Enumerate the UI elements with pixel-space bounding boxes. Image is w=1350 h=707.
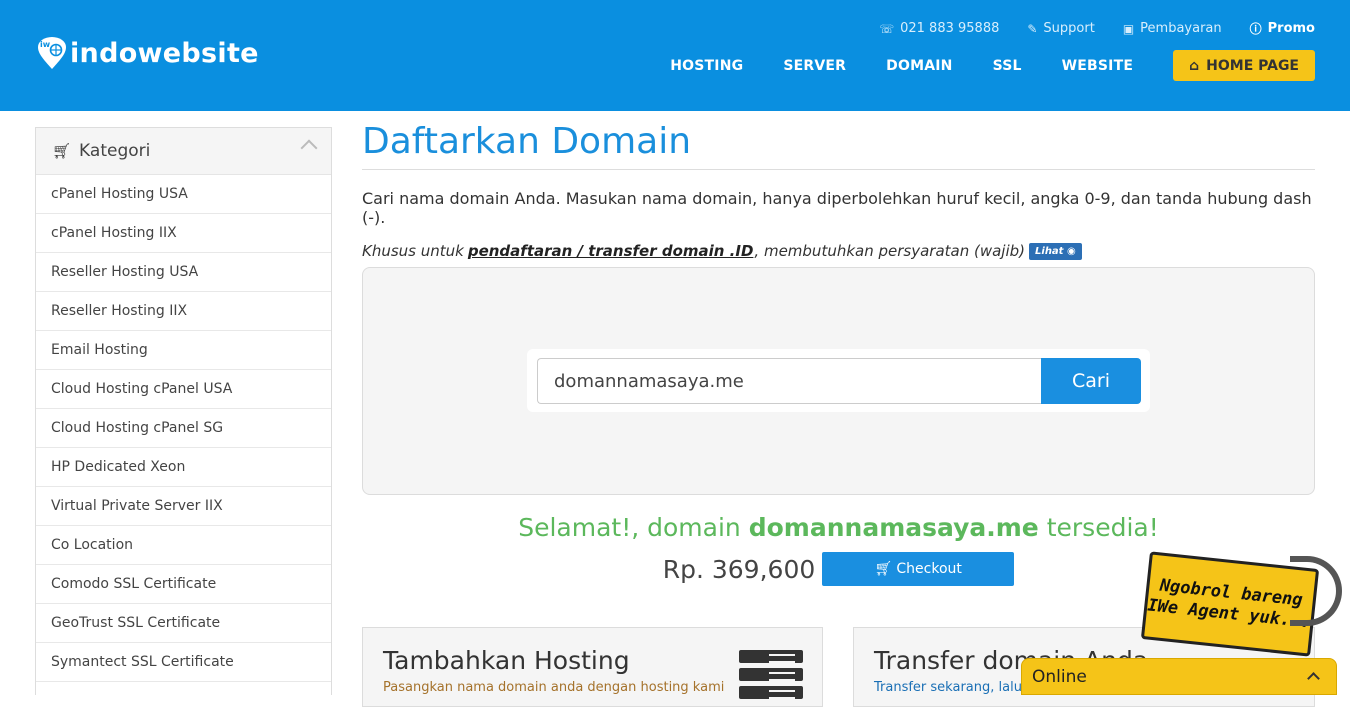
live-chat-bar[interactable]: Online bbox=[1021, 658, 1337, 695]
phone-number: 021 883 95888 bbox=[900, 21, 1000, 36]
instructions-text: Cari nama domain Anda. Masukan nama doma… bbox=[362, 189, 1312, 227]
sidebar-item[interactable]: GeoTrust SSL Certificate bbox=[36, 604, 331, 643]
sidebar-item[interactable]: Virtual Private Server IIX bbox=[36, 487, 331, 526]
nav-ssl[interactable]: SSL bbox=[993, 58, 1022, 74]
chevron-up-icon[interactable] bbox=[1307, 672, 1320, 685]
lihat-label: Lihat bbox=[1035, 245, 1064, 257]
page-title: Daftarkan Domain bbox=[362, 118, 1315, 170]
result-suffix: tersedia! bbox=[1046, 513, 1159, 542]
promo-label: Promo bbox=[1267, 21, 1315, 36]
category-sidebar: 🛒︎ Kategori cPanel Hosting USA cPanel Ho… bbox=[35, 127, 332, 695]
note-suffix: , membutuhkan persyaratan (wajib) bbox=[754, 242, 1026, 260]
main-nav: HOSTING SERVER DOMAIN SSL WEBSITE ⌂ HOME… bbox=[630, 50, 1315, 81]
add-hosting-card[interactable]: Tambahkan Hosting Pasangkan nama domain … bbox=[362, 627, 823, 707]
checkout-label: Checkout bbox=[896, 561, 962, 577]
sidebar-item[interactable]: Cloud Hosting cPanel USA bbox=[36, 370, 331, 409]
card-subtitle: Transfer sekarang, lalu bbox=[874, 680, 1022, 695]
info-icon: ⓘ bbox=[1249, 22, 1262, 36]
phone-icon: ☏ bbox=[879, 21, 895, 36]
card-subtitle: Pasangkan nama domain anda dengan hostin… bbox=[383, 680, 725, 695]
sidebar-item[interactable]: Reseller Hosting IIX bbox=[36, 292, 331, 331]
main-content: Daftarkan Domain Cari nama domain Anda. … bbox=[362, 118, 1315, 707]
domain-search-panel: Cari bbox=[362, 267, 1315, 495]
headset-icon bbox=[1290, 556, 1342, 626]
nav-hosting[interactable]: HOSTING bbox=[670, 58, 743, 74]
search-button[interactable]: Cari bbox=[1041, 358, 1141, 404]
nav-server[interactable]: SERVER bbox=[783, 58, 846, 74]
ticket-icon: ✎ bbox=[1027, 21, 1038, 36]
sidebar-title: Kategori bbox=[79, 141, 151, 161]
eye-icon: ◉ bbox=[1066, 245, 1076, 257]
id-domain-link[interactable]: pendaftaran / transfer domain .ID bbox=[468, 242, 754, 260]
server-icon bbox=[739, 650, 803, 704]
nav-website[interactable]: WEBSITE bbox=[1062, 58, 1133, 74]
sidebar-item[interactable]: HP Dedicated Xeon bbox=[36, 448, 331, 487]
domain-search-input[interactable] bbox=[537, 358, 1042, 404]
home-page-label: HOME PAGE bbox=[1206, 57, 1299, 74]
phone-link[interactable]: ☏ 021 883 95888 bbox=[879, 20, 999, 37]
result-prefix: Selamat!, domain bbox=[518, 513, 741, 542]
id-domain-note: Khusus untuk pendaftaran / transfer doma… bbox=[362, 242, 1315, 260]
svg-text:iw: iw bbox=[40, 40, 51, 49]
domain-price: Rp. 369,600 bbox=[662, 554, 816, 584]
payment-link[interactable]: ▣ Pembayaran bbox=[1123, 20, 1222, 37]
cart-icon: 🛒︎ bbox=[874, 561, 893, 577]
lihat-button[interactable]: Lihat ◉ bbox=[1029, 242, 1082, 260]
money-icon: ▣ bbox=[1122, 21, 1135, 36]
brand-name: indowebsite bbox=[70, 37, 259, 69]
logo-mark-icon: iw bbox=[36, 36, 68, 70]
note-prefix: Khusus untuk bbox=[362, 242, 464, 260]
sidebar-header[interactable]: 🛒︎ Kategori bbox=[36, 128, 331, 175]
chat-status: Online bbox=[1032, 666, 1087, 687]
chevron-up-icon[interactable] bbox=[300, 139, 318, 157]
card-title: Tambahkan Hosting bbox=[383, 646, 630, 675]
top-utility-bar: ☏ 021 883 95888 ✎ Support ▣ Pembayaran ⓘ… bbox=[879, 20, 1315, 37]
promo-link[interactable]: ⓘ Promo bbox=[1250, 20, 1315, 37]
checkout-button[interactable]: 🛒︎ Checkout bbox=[822, 552, 1015, 586]
site-header: iw indowebsite ☏ 021 883 95888 ✎ Support… bbox=[0, 0, 1350, 111]
search-box: Cari bbox=[527, 349, 1150, 412]
home-icon: ⌂ bbox=[1189, 57, 1200, 74]
result-domain: domannamasaya.me bbox=[748, 513, 1039, 542]
brand-logo[interactable]: iw indowebsite bbox=[36, 36, 259, 70]
home-page-button[interactable]: ⌂ HOME PAGE bbox=[1173, 50, 1315, 81]
sidebar-item[interactable]: Email Hosting bbox=[36, 331, 331, 370]
availability-message: Selamat!, domain domannamasaya.me tersed… bbox=[362, 513, 1315, 542]
payment-label: Pembayaran bbox=[1140, 21, 1222, 36]
sidebar-item[interactable]: Symantect SSL Certificate bbox=[36, 643, 331, 682]
nav-domain[interactable]: DOMAIN bbox=[886, 58, 952, 74]
sidebar-item[interactable]: Reseller Hosting USA bbox=[36, 253, 331, 292]
sidebar-item[interactable]: cPanel Hosting USA bbox=[36, 175, 331, 214]
cart-icon: 🛒︎ bbox=[52, 142, 72, 160]
sidebar-item[interactable]: Co Location bbox=[36, 526, 331, 565]
sidebar-item[interactable]: Comodo SSL Certificate bbox=[36, 565, 331, 604]
sidebar-item[interactable]: Cloud Hosting cPanel SG bbox=[36, 409, 331, 448]
support-link[interactable]: ✎ Support bbox=[1027, 20, 1094, 37]
sidebar-item[interactable]: cPanel Hosting IIX bbox=[36, 214, 331, 253]
support-label: Support bbox=[1043, 21, 1095, 36]
